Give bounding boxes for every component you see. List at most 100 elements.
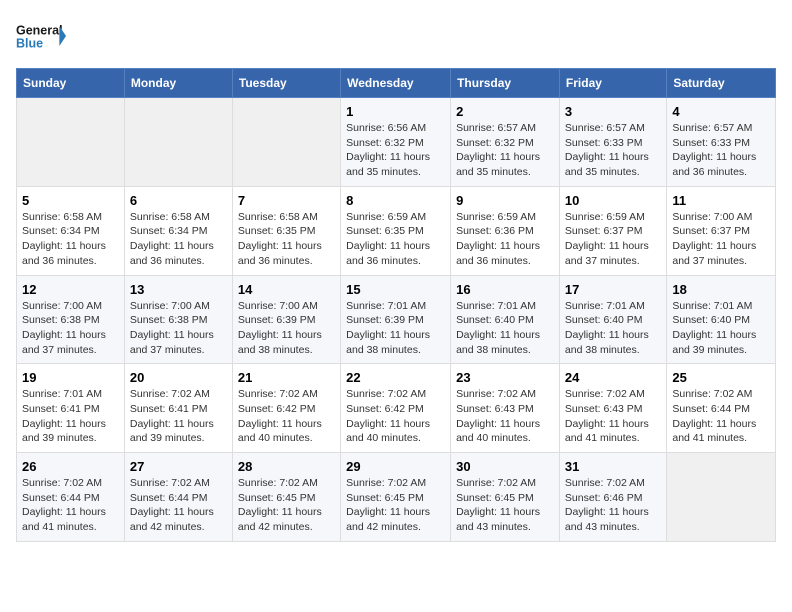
day-number: 22: [346, 370, 445, 385]
day-info: Sunrise: 6:57 AMSunset: 6:33 PMDaylight:…: [565, 121, 661, 180]
day-number: 15: [346, 282, 445, 297]
day-number: 31: [565, 459, 661, 474]
day-info: Sunrise: 7:01 AMSunset: 6:40 PMDaylight:…: [456, 299, 554, 358]
calendar-cell: 4 Sunrise: 6:57 AMSunset: 6:33 PMDaylight…: [667, 98, 776, 187]
calendar-cell: 1 Sunrise: 6:56 AMSunset: 6:32 PMDaylight…: [341, 98, 451, 187]
calendar-cell: 25 Sunrise: 7:02 AMSunset: 6:44 PMDayligh…: [667, 364, 776, 453]
week-row-1: 1 Sunrise: 6:56 AMSunset: 6:32 PMDaylight…: [17, 98, 776, 187]
calendar-table: SundayMondayTuesdayWednesdayThursdayFrid…: [16, 68, 776, 542]
day-number: 17: [565, 282, 661, 297]
calendar-cell: 2 Sunrise: 6:57 AMSunset: 6:32 PMDaylight…: [451, 98, 560, 187]
day-info: Sunrise: 7:01 AMSunset: 6:40 PMDaylight:…: [565, 299, 661, 358]
day-number: 9: [456, 193, 554, 208]
calendar-cell: 6Sunrise: 6:58 AMSunset: 6:34 PMDaylight…: [124, 186, 232, 275]
calendar-cell: 7 Sunrise: 6:58 AMSunset: 6:35 PMDaylight…: [232, 186, 340, 275]
day-number: 27: [130, 459, 227, 474]
day-number: 14: [238, 282, 335, 297]
col-header-tuesday: Tuesday: [232, 69, 340, 98]
day-number: 26: [22, 459, 119, 474]
day-info: Sunrise: 7:02 AMSunset: 6:44 PMDaylight:…: [22, 476, 119, 535]
calendar-cell: 3 Sunrise: 6:57 AMSunset: 6:33 PMDaylight…: [559, 98, 666, 187]
calendar-cell: [17, 98, 125, 187]
calendar-cell: 11 Sunrise: 7:00 AMSunset: 6:37 PMDayligh…: [667, 186, 776, 275]
day-number: 28: [238, 459, 335, 474]
calendar-cell: [667, 453, 776, 542]
day-info: Sunrise: 7:02 AMSunset: 6:42 PMDaylight:…: [346, 387, 445, 446]
day-number: 4: [672, 104, 770, 119]
calendar-cell: 24 Sunrise: 7:02 AMSunset: 6:43 PMDayligh…: [559, 364, 666, 453]
day-info: Sunrise: 7:02 AMSunset: 6:45 PMDaylight:…: [456, 476, 554, 535]
calendar-cell: [124, 98, 232, 187]
day-info: Sunrise: 7:01 AMSunset: 6:40 PMDaylight:…: [672, 299, 770, 358]
calendar-cell: 8 Sunrise: 6:59 AMSunset: 6:35 PMDaylight…: [341, 186, 451, 275]
svg-text:General: General: [16, 23, 63, 37]
day-number: 24: [565, 370, 661, 385]
calendar-cell: 14 Sunrise: 7:00 AMSunset: 6:39 PMDayligh…: [232, 275, 340, 364]
day-info: Sunrise: 6:59 AMSunset: 6:35 PMDaylight:…: [346, 210, 445, 269]
calendar-cell: 16 Sunrise: 7:01 AMSunset: 6:40 PMDayligh…: [451, 275, 560, 364]
day-info: Sunrise: 7:02 AMSunset: 6:43 PMDaylight:…: [565, 387, 661, 446]
calendar-cell: 18 Sunrise: 7:01 AMSunset: 6:40 PMDayligh…: [667, 275, 776, 364]
day-number: 16: [456, 282, 554, 297]
day-info: Sunrise: 6:57 AMSunset: 6:33 PMDaylight:…: [672, 121, 770, 180]
calendar-cell: 9 Sunrise: 6:59 AMSunset: 6:36 PMDaylight…: [451, 186, 560, 275]
col-header-thursday: Thursday: [451, 69, 560, 98]
calendar-cell: 23Sunrise: 7:02 AMSunset: 6:43 PMDayligh…: [451, 364, 560, 453]
calendar-cell: 29Sunrise: 7:02 AMSunset: 6:45 PMDayligh…: [341, 453, 451, 542]
calendar-header-row: SundayMondayTuesdayWednesdayThursdayFrid…: [17, 69, 776, 98]
day-number: 7: [238, 193, 335, 208]
page-header: General Blue: [16, 16, 776, 56]
day-number: 5: [22, 193, 119, 208]
week-row-2: 5Sunrise: 6:58 AMSunset: 6:34 PMDaylight…: [17, 186, 776, 275]
day-info: Sunrise: 6:56 AMSunset: 6:32 PMDaylight:…: [346, 121, 445, 180]
day-number: 1: [346, 104, 445, 119]
calendar-cell: 27 Sunrise: 7:02 AMSunset: 6:44 PMDayligh…: [124, 453, 232, 542]
calendar-cell: 13Sunrise: 7:00 AMSunset: 6:38 PMDayligh…: [124, 275, 232, 364]
calendar-cell: 20Sunrise: 7:02 AMSunset: 6:41 PMDayligh…: [124, 364, 232, 453]
calendar-cell: 28Sunrise: 7:02 AMSunset: 6:45 PMDayligh…: [232, 453, 340, 542]
day-info: Sunrise: 7:00 AMSunset: 6:37 PMDaylight:…: [672, 210, 770, 269]
day-number: 25: [672, 370, 770, 385]
day-number: 18: [672, 282, 770, 297]
col-header-monday: Monday: [124, 69, 232, 98]
day-number: 2: [456, 104, 554, 119]
day-number: 10: [565, 193, 661, 208]
calendar-cell: [232, 98, 340, 187]
day-info: Sunrise: 7:01 AMSunset: 6:41 PMDaylight:…: [22, 387, 119, 446]
col-header-friday: Friday: [559, 69, 666, 98]
logo: General Blue: [16, 16, 66, 56]
calendar-cell: 10 Sunrise: 6:59 AMSunset: 6:37 PMDayligh…: [559, 186, 666, 275]
day-number: 19: [22, 370, 119, 385]
calendar-cell: 17 Sunrise: 7:01 AMSunset: 6:40 PMDayligh…: [559, 275, 666, 364]
day-info: Sunrise: 6:58 AMSunset: 6:35 PMDaylight:…: [238, 210, 335, 269]
calendar-cell: 22 Sunrise: 7:02 AMSunset: 6:42 PMDayligh…: [341, 364, 451, 453]
day-info: Sunrise: 7:00 AMSunset: 6:39 PMDaylight:…: [238, 299, 335, 358]
day-info: Sunrise: 7:02 AMSunset: 6:46 PMDaylight:…: [565, 476, 661, 535]
week-row-5: 26 Sunrise: 7:02 AMSunset: 6:44 PMDayligh…: [17, 453, 776, 542]
day-number: 3: [565, 104, 661, 119]
day-info: Sunrise: 7:02 AMSunset: 6:44 PMDaylight:…: [672, 387, 770, 446]
calendar-cell: 15 Sunrise: 7:01 AMSunset: 6:39 PMDayligh…: [341, 275, 451, 364]
week-row-3: 12Sunrise: 7:00 AMSunset: 6:38 PMDayligh…: [17, 275, 776, 364]
day-info: Sunrise: 6:59 AMSunset: 6:36 PMDaylight:…: [456, 210, 554, 269]
col-header-sunday: Sunday: [17, 69, 125, 98]
day-number: 8: [346, 193, 445, 208]
day-number: 29: [346, 459, 445, 474]
day-info: Sunrise: 6:57 AMSunset: 6:32 PMDaylight:…: [456, 121, 554, 180]
day-info: Sunrise: 7:01 AMSunset: 6:39 PMDaylight:…: [346, 299, 445, 358]
day-number: 21: [238, 370, 335, 385]
day-info: Sunrise: 7:00 AMSunset: 6:38 PMDaylight:…: [22, 299, 119, 358]
day-info: Sunrise: 7:02 AMSunset: 6:44 PMDaylight:…: [130, 476, 227, 535]
day-number: 11: [672, 193, 770, 208]
day-info: Sunrise: 7:00 AMSunset: 6:38 PMDaylight:…: [130, 299, 227, 358]
day-number: 6: [130, 193, 227, 208]
day-info: Sunrise: 7:02 AMSunset: 6:41 PMDaylight:…: [130, 387, 227, 446]
day-number: 30: [456, 459, 554, 474]
logo-svg: General Blue: [16, 16, 66, 56]
calendar-cell: 12Sunrise: 7:00 AMSunset: 6:38 PMDayligh…: [17, 275, 125, 364]
calendar-cell: 21Sunrise: 7:02 AMSunset: 6:42 PMDayligh…: [232, 364, 340, 453]
week-row-4: 19 Sunrise: 7:01 AMSunset: 6:41 PMDayligh…: [17, 364, 776, 453]
calendar-cell: 5Sunrise: 6:58 AMSunset: 6:34 PMDaylight…: [17, 186, 125, 275]
day-info: Sunrise: 6:59 AMSunset: 6:37 PMDaylight:…: [565, 210, 661, 269]
svg-text:Blue: Blue: [16, 37, 43, 51]
